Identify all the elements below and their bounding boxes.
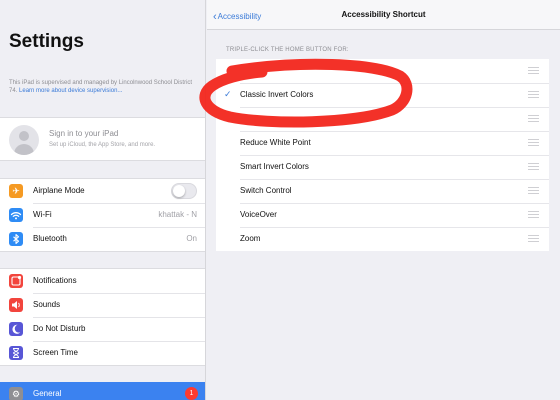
- checkmark-icon: ✓: [224, 89, 232, 99]
- notifications-group: Notifications Sounds Do Not Disturb Scre…: [0, 268, 205, 366]
- list-item[interactable]: Smart Invert Colors: [216, 155, 549, 179]
- sidebar-item-bluetooth[interactable]: Bluetooth On: [0, 227, 205, 251]
- sidebar-item-label: Notifications: [33, 276, 77, 285]
- sidebar-title: Settings: [9, 31, 84, 52]
- gear-icon: ⚙: [9, 387, 23, 400]
- list-item[interactable]: VoiceOver: [216, 203, 549, 227]
- reorder-handle-icon[interactable]: [528, 187, 539, 194]
- signin-subtitle: Set up iCloud, the App Store, and more.: [49, 142, 156, 148]
- sidebar-item-label: Airplane Mode: [33, 186, 85, 195]
- sidebar-item-sounds[interactable]: Sounds: [0, 293, 205, 317]
- sidebar-item-label: General: [33, 389, 62, 398]
- section-header: TRIPLE-CLICK THE HOME BUTTON FOR:: [226, 47, 349, 53]
- sidebar-item-label: Screen Time: [33, 348, 78, 357]
- option-label: VoiceOver: [240, 210, 277, 219]
- hourglass-icon: [9, 346, 23, 360]
- supervision-learn-more-link[interactable]: Learn more about device supervision...: [19, 88, 122, 94]
- sidebar-item-airplane-mode[interactable]: ✈ Airplane Mode: [0, 179, 205, 203]
- signin-title: Sign in to your iPad: [49, 129, 119, 138]
- sidebar-item-label: Bluetooth: [33, 234, 67, 243]
- bluetooth-icon: [9, 232, 23, 246]
- page-title: Accessibility Shortcut: [341, 10, 426, 19]
- list-item[interactable]: ✓ Classic Invert Colors: [216, 83, 549, 107]
- reorder-handle-icon[interactable]: [528, 163, 539, 170]
- option-label: Smart Invert Colors: [240, 162, 309, 171]
- avatar: [9, 125, 39, 155]
- sidebar-item-wifi[interactable]: Wi-Fi khattak - N: [0, 203, 205, 227]
- sidebar-item-label: Wi-Fi: [33, 210, 52, 219]
- airplane-icon: ✈: [9, 184, 23, 198]
- list-item[interactable]: [216, 59, 549, 83]
- option-label: Reduce White Point: [240, 138, 311, 147]
- airplane-mode-toggle[interactable]: [171, 183, 197, 199]
- wifi-network-value: khattak - N: [158, 210, 197, 219]
- list-item[interactable]: Switch Control: [216, 179, 549, 203]
- shortcut-options-list: ✓ Classic Invert Colors Reduce White Poi…: [216, 59, 549, 251]
- apple-id-signin[interactable]: Sign in to your iPad Set up iCloud, the …: [0, 117, 205, 161]
- navigation-bar: ‹Accessibility Accessibility Shortcut: [207, 0, 560, 30]
- reorder-handle-icon[interactable]: [528, 67, 539, 74]
- sidebar-item-general[interactable]: ⚙ General 1: [0, 382, 205, 400]
- sidebar-item-label: Do Not Disturb: [33, 324, 86, 333]
- settings-sidebar: Settings This iPad is supervised and man…: [0, 0, 206, 400]
- sidebar-item-label: Sounds: [33, 300, 61, 309]
- sidebar-item-screen-time[interactable]: Screen Time: [0, 341, 205, 365]
- reorder-handle-icon[interactable]: [528, 211, 539, 218]
- list-item[interactable]: [216, 107, 549, 131]
- reorder-handle-icon[interactable]: [528, 139, 539, 146]
- wifi-icon: [9, 208, 23, 222]
- bluetooth-status-value: On: [186, 234, 197, 243]
- general-badge: 1: [185, 387, 198, 400]
- option-label: Switch Control: [240, 186, 292, 195]
- sounds-icon: [9, 298, 23, 312]
- sidebar-item-notifications[interactable]: Notifications: [0, 269, 205, 293]
- supervision-notice: This iPad is supervised and managed by L…: [9, 80, 199, 95]
- list-item[interactable]: Zoom: [216, 227, 549, 251]
- reorder-handle-icon[interactable]: [528, 115, 539, 122]
- notifications-icon: [9, 274, 23, 288]
- sidebar-item-do-not-disturb[interactable]: Do Not Disturb: [0, 317, 205, 341]
- moon-icon: [9, 322, 23, 336]
- list-item[interactable]: Reduce White Point: [216, 131, 549, 155]
- connectivity-group: ✈ Airplane Mode Wi-Fi khattak - N Blueto…: [0, 178, 205, 252]
- option-label: Zoom: [240, 234, 261, 243]
- option-label: Classic Invert Colors: [240, 90, 314, 99]
- reorder-handle-icon[interactable]: [528, 91, 539, 98]
- reorder-handle-icon[interactable]: [528, 235, 539, 242]
